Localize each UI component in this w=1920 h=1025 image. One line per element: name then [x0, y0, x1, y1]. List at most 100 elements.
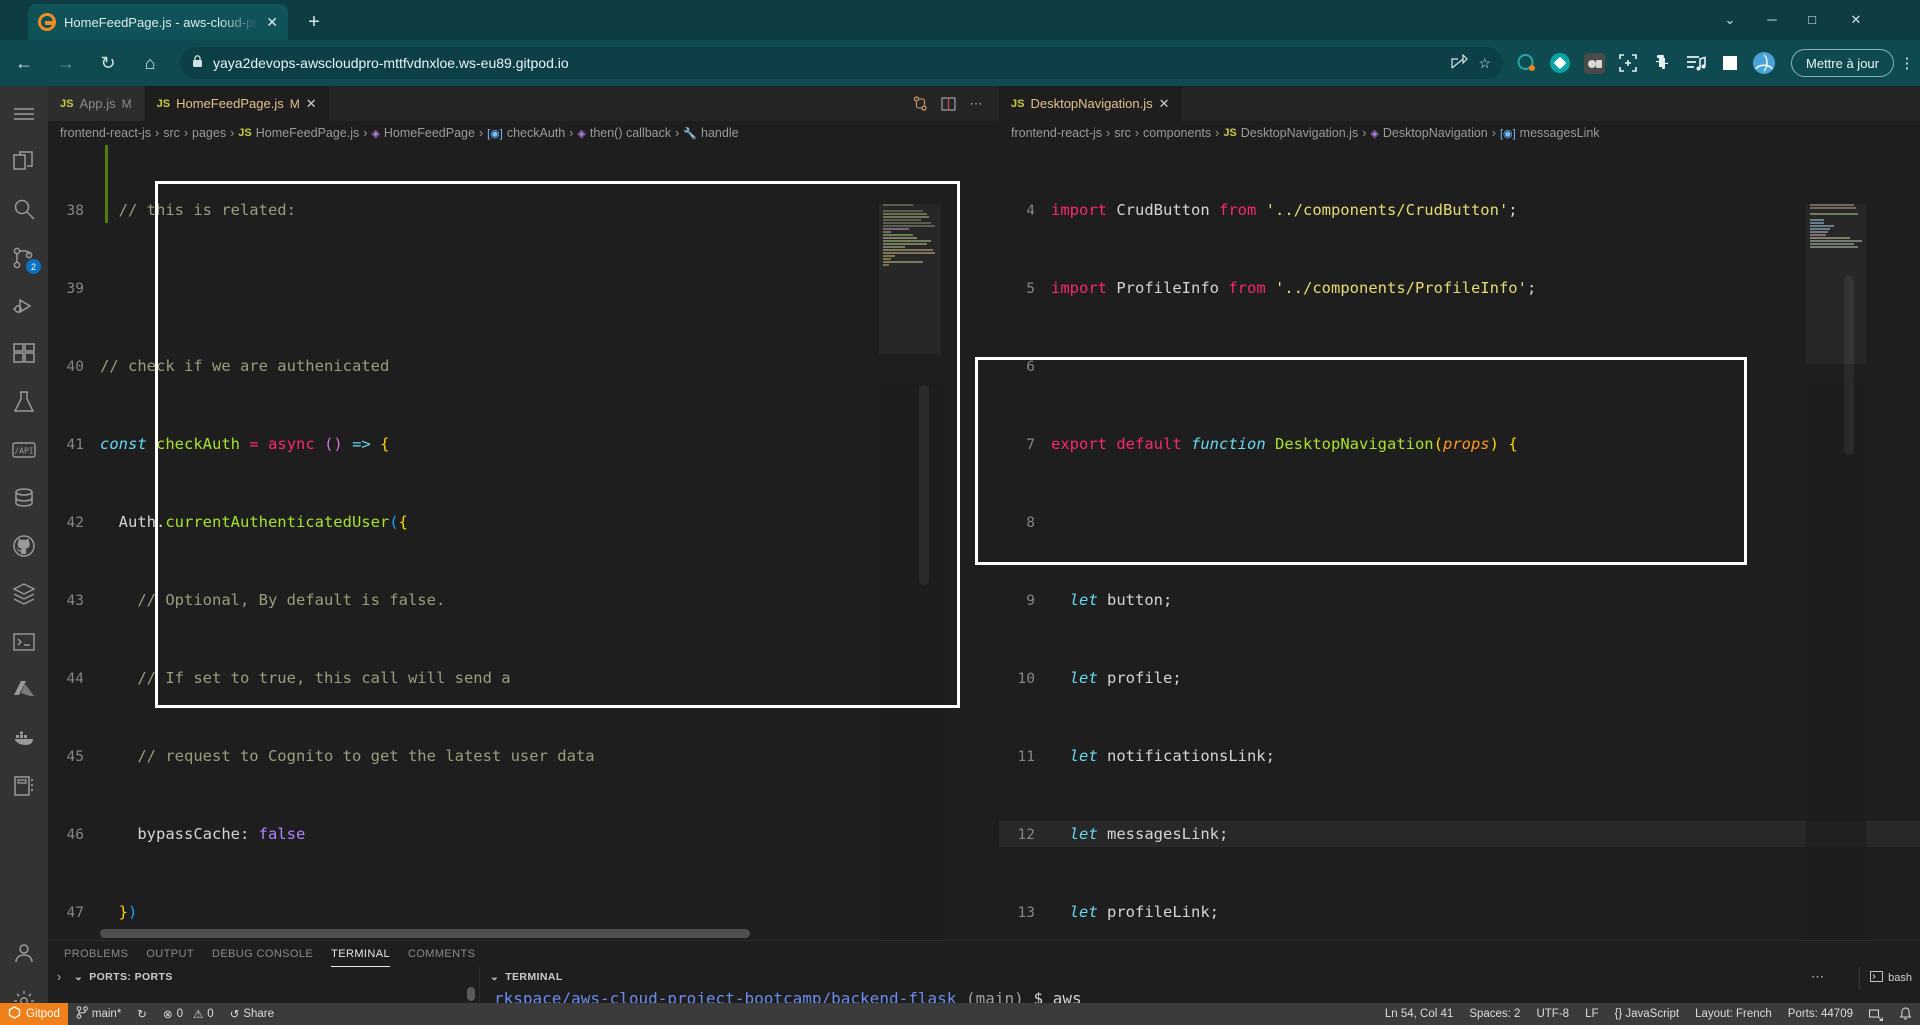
tab-app-js[interactable]: JS App.js M [48, 86, 145, 121]
breadcrumb-item[interactable]: pages [192, 126, 226, 140]
breadcrumb-item[interactable]: ◈ then() callback [577, 126, 671, 140]
chevron-down-icon[interactable]: ⌄ [1710, 6, 1750, 34]
breadcrumb-item[interactable]: ◈ HomeFeedPage [371, 126, 475, 140]
cursor-position[interactable]: Ln 54, Col 41 [1377, 1003, 1461, 1025]
tab-problems[interactable]: PROBLEMS [64, 941, 128, 967]
explorer-icon[interactable] [0, 138, 48, 186]
account-icon[interactable] [0, 929, 48, 977]
left-editor-minimap[interactable] [879, 204, 941, 940]
browser-tab[interactable]: HomeFeedPage.js - aws-cloud-pr ✕ [28, 4, 288, 40]
close-icon[interactable]: ✕ [306, 96, 317, 112]
back-icon[interactable]: ← [6, 47, 42, 79]
breadcrumb-item[interactable]: src [1114, 126, 1131, 140]
breadcrumb-item[interactable]: [◉] checkAuth [487, 126, 565, 140]
breadcrumb-item[interactable]: JS DesktopNavigation.js [1223, 126, 1358, 140]
status-bar: Gitpod main* ↻ ⊗ 0 ⚠ 0 ↺ Share Ln 54, Co… [0, 1003, 1920, 1025]
tab-terminal[interactable]: TERMINAL [331, 941, 390, 967]
language-mode[interactable]: {} JavaScript [1606, 1003, 1687, 1025]
terminal-icon[interactable] [0, 618, 48, 666]
menu-icon[interactable] [0, 90, 48, 138]
notifications-bell-icon[interactable] [1891, 1003, 1920, 1025]
terminal-shell-chip[interactable]: bash [1859, 967, 1912, 989]
encoding[interactable]: UTF-8 [1528, 1003, 1577, 1025]
breadcrumb-item[interactable]: ◈ DesktopNavigation [1370, 126, 1487, 140]
tab-homefeedpage-js[interactable]: JS HomeFeedPage.js M ✕ [144, 86, 330, 121]
diamond-extension-icon[interactable] [1545, 48, 1575, 78]
split-changes-icon[interactable] [907, 91, 933, 117]
square-extension-icon[interactable] [1715, 48, 1745, 78]
puzzle-extension-icon[interactable] [1647, 48, 1677, 78]
browser-tab-title: HomeFeedPage.js - aws-cloud-pr [64, 14, 258, 30]
address-bar[interactable]: yaya2devops-awscloudpro-mttfvdnxloe.ws-e… [180, 47, 1504, 79]
breadcrumb-item[interactable]: frontend-react-js [60, 126, 151, 140]
sync-status[interactable]: ↻ [129, 1003, 155, 1025]
browser-menu-icon[interactable]: ⋮ [1894, 54, 1920, 72]
home-icon[interactable]: ⌂ [132, 47, 168, 79]
chevron-down-icon[interactable]: ⌄ [74, 971, 83, 983]
run-debug-icon[interactable] [0, 282, 48, 330]
minimap-slider[interactable] [879, 204, 941, 354]
gitpod-extension-icon[interactable] [1511, 48, 1541, 78]
left-code-viewport[interactable]: 38 // this is related: 39 40// check if … [48, 145, 999, 940]
tab-comments[interactable]: COMMENTS [408, 941, 475, 967]
tab-output[interactable]: OUTPUT [146, 941, 194, 967]
source-control-icon[interactable]: 2 [0, 234, 48, 282]
share-status[interactable]: ↺ Share [222, 1003, 282, 1025]
right-code-viewport[interactable]: 4 import CrudButton from '../components/C… [999, 145, 1920, 940]
screen-capture-icon[interactable] [1613, 48, 1643, 78]
database-icon[interactable] [0, 474, 48, 522]
ports-section-header[interactable]: ⌄ PORTS: PORTS [48, 967, 479, 987]
search-icon[interactable] [0, 186, 48, 234]
remote-indicator-icon[interactable] [1861, 1003, 1891, 1025]
close-icon[interactable]: ✕ [266, 14, 278, 31]
update-button[interactable]: Mettre à jour [1791, 49, 1894, 77]
breadcrumb-item[interactable]: 🔧 handle [683, 126, 738, 140]
ports-count[interactable]: Ports: 44709 [1780, 1003, 1861, 1025]
branch-status[interactable]: main* [68, 1003, 129, 1025]
breadcrumb-item[interactable]: components [1143, 126, 1211, 140]
errors-warnings[interactable]: ⊗ 0 ⚠ 0 [155, 1003, 222, 1025]
eol[interactable]: LF [1577, 1003, 1606, 1025]
keyboard-layout[interactable]: Layout: French [1687, 1003, 1780, 1025]
terminal-more-icon[interactable]: ⋯ [1811, 969, 1824, 985]
reload-icon[interactable]: ↻ [90, 47, 126, 79]
profile-avatar-icon[interactable] [1749, 48, 1779, 78]
tab-desktopnavigation-js[interactable]: JS DesktopNavigation.js ✕ [999, 86, 1183, 121]
chevron-down-icon[interactable]: ⌄ [490, 971, 499, 983]
panel-body: › ⌄ PORTS: PORTS ⌄ TERMINAL rkspace/aws-… [48, 967, 1920, 1008]
testing-icon[interactable] [0, 378, 48, 426]
api-icon[interactable]: /API [0, 426, 48, 474]
github-icon[interactable] [0, 522, 48, 570]
extensions-icon[interactable] [0, 330, 48, 378]
docker-icon[interactable] [0, 714, 48, 762]
split-editor-icon[interactable] [935, 91, 961, 117]
breadcrumb-separator: › [363, 126, 368, 140]
terminal-section-header[interactable]: ⌄ TERMINAL [480, 967, 1920, 987]
layers-icon[interactable] [0, 570, 48, 618]
minimap-slider[interactable] [1806, 204, 1866, 364]
expand-sidebar-icon[interactable]: › [50, 969, 68, 984]
breadcrumb-item[interactable]: JS HomeFeedPage.js [238, 126, 359, 140]
azure-icon[interactable] [0, 666, 48, 714]
minimize-icon[interactable]: ─ [1752, 6, 1792, 34]
breadcrumb-item[interactable]: [◉] messagesLink [1500, 126, 1600, 140]
bookmark-star-icon[interactable]: ☆ [1478, 55, 1491, 72]
maximize-icon[interactable]: □ [1792, 6, 1832, 34]
remote-explorer-icon[interactable] [0, 762, 48, 810]
close-icon[interactable]: ✕ [1159, 96, 1170, 112]
camera-extension-icon[interactable] [1579, 48, 1609, 78]
left-editor-hscrollbar[interactable] [100, 929, 750, 938]
gitpod-status-item[interactable]: Gitpod [0, 1003, 68, 1025]
indentation[interactable]: Spaces: 2 [1461, 1003, 1528, 1025]
new-tab-button[interactable]: + [300, 9, 328, 37]
playlist-extension-icon[interactable] [1681, 48, 1711, 78]
breadcrumb-item[interactable]: frontend-react-js [1011, 126, 1102, 140]
tab-debug-console[interactable]: DEBUG CONSOLE [212, 941, 313, 967]
ports-scrollbar[interactable] [467, 987, 475, 1001]
share-icon[interactable] [1451, 53, 1469, 72]
more-actions-icon[interactable]: ⋯ [963, 91, 989, 117]
forward-icon[interactable]: → [48, 47, 84, 79]
window-close-icon[interactable]: ✕ [1836, 6, 1876, 34]
right-editor-minimap[interactable] [1806, 204, 1866, 940]
breadcrumb-item[interactable]: src [163, 126, 180, 140]
